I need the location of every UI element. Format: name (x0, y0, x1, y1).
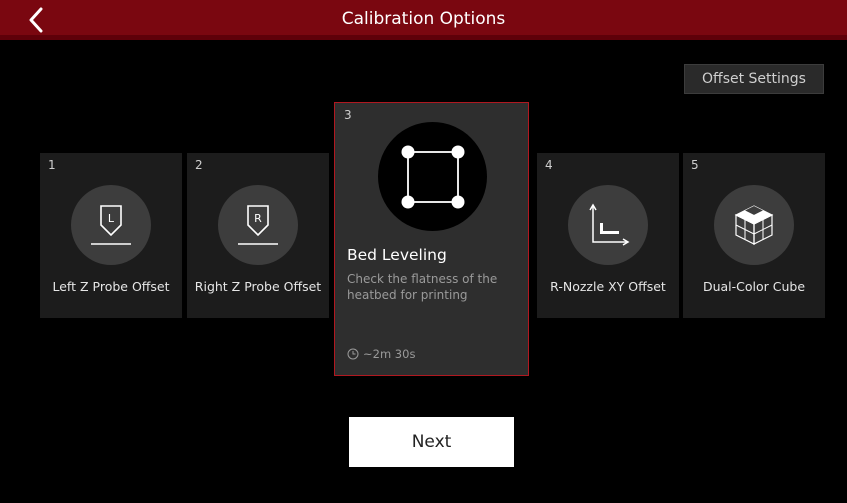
card-number: 5 (691, 158, 699, 172)
estimated-time: ~2m 30s (347, 347, 415, 361)
cube-icon (734, 205, 774, 245)
estimated-time-value: ~2m 30s (363, 347, 416, 361)
card-number: 4 (545, 158, 553, 172)
card-label: R-Nozzle XY Offset (550, 279, 666, 294)
card-icon-circle (568, 185, 648, 265)
card-icon-circle (378, 122, 487, 231)
left-probe-icon: L (91, 205, 131, 245)
svg-text:L: L (108, 212, 115, 225)
card-description: Check the flatness of the heatbed for pr… (347, 272, 498, 302)
page-title: Calibration Options (341, 9, 506, 29)
calibration-card-bed-leveling[interactable]: 3 Bed Leveling Check the flatness of the… (334, 102, 529, 376)
bed-leveling-icon (401, 145, 464, 208)
card-number: 3 (344, 108, 352, 122)
calibration-card-left-z-probe[interactable]: 1 L Left Z Probe Offset (40, 153, 182, 318)
calibration-card-dual-color-cube[interactable]: 5 Dual-Color Cube (683, 153, 825, 318)
card-number: 1 (48, 158, 56, 172)
svg-text:R: R (254, 212, 262, 225)
card-label: Bed Leveling (347, 246, 447, 264)
card-icon-circle: R (218, 185, 298, 265)
card-label: Dual-Color Cube (702, 279, 806, 294)
card-icon-circle (714, 185, 794, 265)
card-number: 2 (195, 158, 203, 172)
clock-icon (347, 348, 359, 360)
next-button[interactable]: Next (349, 417, 514, 467)
right-probe-icon: R (238, 205, 278, 245)
card-icon-circle: L (71, 185, 151, 265)
card-label: Right Z Probe Offset (194, 279, 322, 294)
header-bar: Calibration Options (0, 0, 847, 40)
calibration-card-r-nozzle-xy[interactable]: 4 R-Nozzle XY Offset (537, 153, 679, 318)
xy-offset-icon (589, 203, 630, 246)
calibration-card-right-z-probe[interactable]: 2 R Right Z Probe Offset (187, 153, 329, 318)
offset-settings-button[interactable]: Offset Settings (684, 64, 824, 94)
card-label: Left Z Probe Offset (52, 279, 170, 294)
